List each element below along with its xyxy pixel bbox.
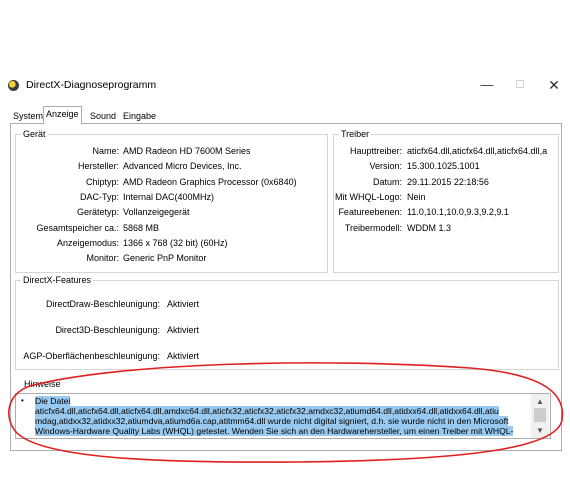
tab-system[interactable]: System [10,108,46,125]
directx-diagnostic-window: DirectX-Diagnoseprogramm — ☐ ✕ System An… [0,72,570,452]
scroll-thumb[interactable] [534,408,546,422]
driver-field-label: Haupttreiber: [349,146,402,156]
features-group-legend: DirectX-Features [23,275,92,285]
driver-field-value: WDDM 1.3 [407,222,452,233]
driver-field-label: Datum: [372,176,402,187]
driver-field-label: Mit WHQL-Logo: [334,191,402,202]
notes-text[interactable]: Die Datei aticfx64.dll,aticfx64.dll,atic… [35,396,523,436]
feature-field-label: Direct3D-Beschleunigung: [55,325,160,335]
title-bar: DirectX-Diagnoseprogramm — ☐ ✕ [0,72,570,100]
driver-field-label: Treibermodell: [344,222,402,233]
feature-field-label: AGP-Oberflächenbeschleunigung: [23,351,160,361]
maximize-button[interactable]: ☐ [503,74,537,96]
device-field-label: Anzeigemodus: [56,237,119,248]
driver-field-value: Nein [407,191,426,202]
scroll-up-arrow-icon[interactable]: ▲ [531,396,549,407]
notes-line: aticfx64.dll,aticfx64.dll,aticfx64.dll,a… [35,406,499,416]
device-group-legend: Gerät [23,129,46,139]
driver-field-value: aticfx64.dll,aticfx64.dll,aticfx64.dll,a [407,146,548,156]
device-field-value: 1366 x 768 (32 bit) (60Hz) [123,237,228,248]
feature-field-value: Aktiviert [167,299,200,309]
notes-line: Windows-Hardware Quality Labs (WHQL) get… [35,426,514,436]
tab-sound[interactable]: Sound [87,108,119,125]
minimize-button[interactable]: — [470,74,504,96]
directx-app-icon [8,80,19,91]
close-button[interactable]: ✕ [537,74,570,96]
notes-bullet: • [21,396,24,405]
feature-field-label: DirectDraw-Beschleunigung: [45,299,160,309]
device-field-value: Generic PnP Monitor [123,253,207,264]
driver-group-legend: Treiber [341,129,370,139]
tab-eingabe[interactable]: Eingabe [120,108,159,125]
notes-legend: Hinweise [24,379,61,389]
notes-line: Die Datei [35,396,71,406]
feature-field-value: Aktiviert [167,325,200,335]
window-title: DirectX-Diagnoseprogramm [26,79,157,91]
driver-field-value: 11.0,10.1,10.0,9.3,9.2,9.1 [407,207,509,218]
driver-field-label: Featureebenen: [338,207,402,218]
driver-field-label: Version: [369,161,402,172]
feature-field-value: Aktiviert [167,351,200,361]
notes-line: mdag,atidxx32,atidxx32,atiumdva,atiumd6a… [35,416,509,426]
tab-anzeige[interactable]: Anzeige [43,106,82,125]
scroll-down-arrow-icon[interactable]: ▼ [531,425,549,436]
notes-scrollbar[interactable]: ▲ ▼ [531,394,549,438]
notes-textbox[interactable]: • Die Datei aticfx64.dll,aticfx64.dll,at… [15,393,551,439]
driver-field-value: 29.11.2015 22:18:56 [407,176,489,187]
driver-field-value: 15.300.1025.1001 [407,161,480,172]
device-field-label: Monitor: [86,253,119,264]
